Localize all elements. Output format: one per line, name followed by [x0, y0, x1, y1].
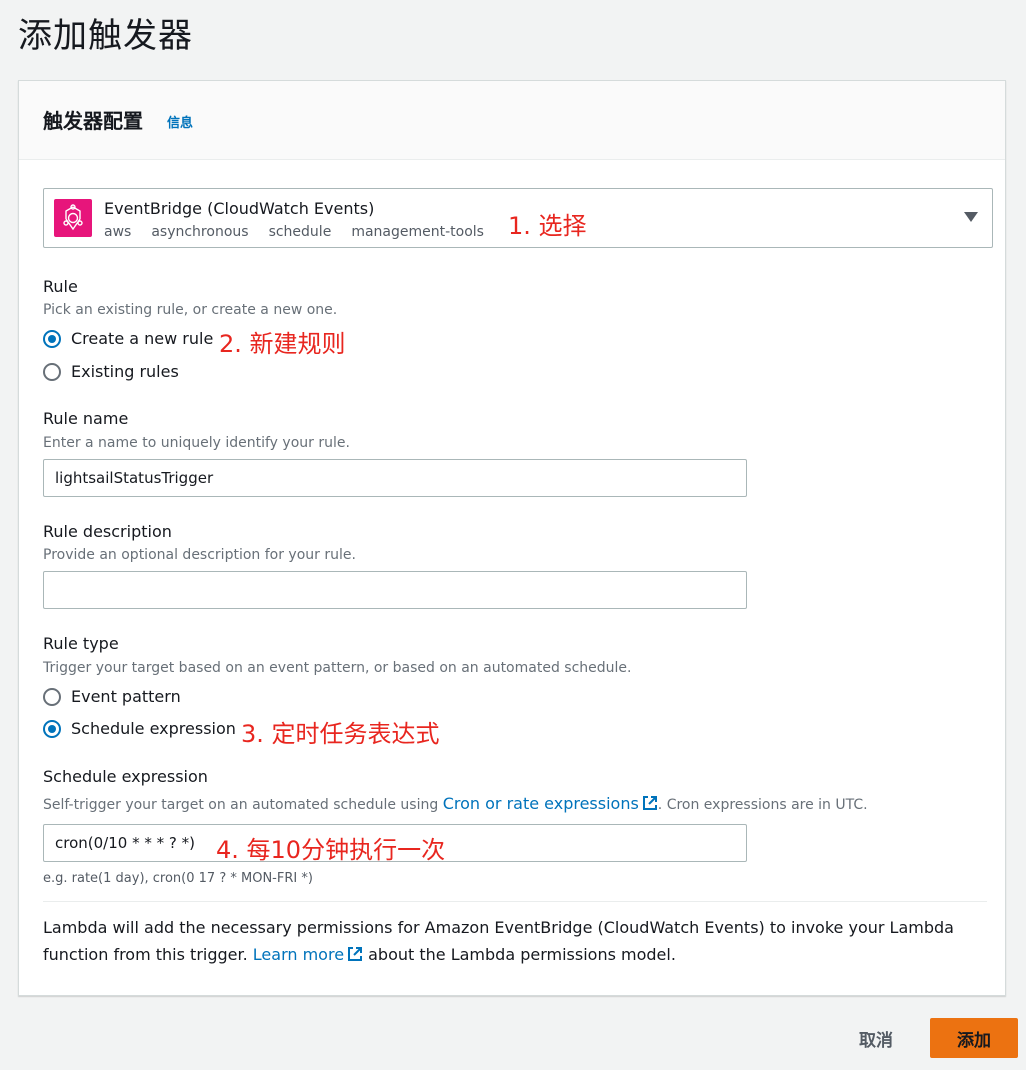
rule-description-text: Pick an existing rule, or create a new o… — [43, 302, 338, 318]
panel-title: 触发器配置 — [43, 109, 143, 133]
rule-type-label: Rule type — [43, 634, 119, 653]
radio-label: Event pattern — [71, 687, 181, 706]
panel-header: 触发器配置 信息 — [19, 81, 1005, 160]
source-tag: schedule — [268, 224, 332, 240]
schedule-expression-hint: e.g. rate(1 day), cron(0 17 ? * MON-FRI … — [43, 871, 313, 886]
annotation-3: 3. 定时任务表达式 — [241, 720, 440, 748]
notice-text-after: about the Lambda permissions model. — [363, 945, 676, 964]
add-button[interactable]: 添加 — [930, 1018, 1018, 1058]
radio-schedule-expression[interactable]: Schedule expression — [43, 719, 236, 738]
divider — [43, 901, 987, 902]
eventbridge-icon — [54, 199, 92, 237]
radio-create-new-rule[interactable]: Create a new rule — [43, 329, 213, 348]
radio-label: Schedule expression — [71, 719, 236, 738]
info-link[interactable]: 信息 — [167, 112, 193, 131]
external-link-icon[interactable] — [347, 946, 363, 962]
schedule-expression-label: Schedule expression — [43, 767, 208, 786]
radio-existing-rules[interactable]: Existing rules — [43, 362, 179, 381]
rule-type-description: Trigger your target based on an event pa… — [43, 660, 632, 676]
trigger-config-panel: 触发器配置 信息 EventBridge (CloudWatch Events)… — [18, 80, 1006, 996]
rule-description-hint: Provide an optional description for your… — [43, 547, 356, 563]
source-tag: asynchronous — [151, 224, 249, 240]
radio-button[interactable] — [43, 687, 61, 706]
external-link-icon[interactable] — [642, 795, 658, 811]
annotation-2: 2. 新建规则 — [219, 330, 346, 358]
rule-label: Rule — [43, 277, 78, 296]
radio-event-pattern[interactable]: Event pattern — [43, 687, 181, 706]
radio-label: Existing rules — [71, 362, 179, 381]
radio-button[interactable] — [43, 329, 61, 348]
rule-name-description: Enter a name to uniquely identify your r… — [43, 435, 350, 451]
annotation-4: 4. 每10分钟执行一次 — [216, 836, 446, 864]
schedule-desc-prefix: Self-trigger your target on an automated… — [43, 797, 443, 813]
schedule-desc-suffix: . Cron expressions are in UTC. — [657, 797, 868, 813]
learn-more-link[interactable]: Learn more — [253, 945, 344, 964]
radio-label: Create a new rule — [71, 329, 214, 348]
annotation-1: 1. 选择 — [508, 212, 587, 240]
caret-down-icon — [964, 212, 978, 222]
rule-description-label: Rule description — [43, 522, 172, 541]
permissions-notice: Lambda will add the necessary permission… — [43, 914, 963, 968]
page-title: 添加触发器 — [18, 16, 193, 56]
trigger-source-name: EventBridge (CloudWatch Events) — [104, 199, 375, 218]
cancel-button[interactable]: 取消 — [846, 1018, 906, 1058]
source-tag: aws — [104, 224, 132, 240]
source-tag: management-tools — [351, 224, 484, 240]
rule-name-label: Rule name — [43, 409, 129, 428]
trigger-source-tags: aws asynchronous schedule management-too… — [104, 224, 484, 240]
cron-expressions-link[interactable]: Cron or rate expressions — [443, 794, 639, 813]
schedule-expression-description: Self-trigger your target on an automated… — [43, 794, 868, 813]
rule-name-input[interactable] — [43, 459, 747, 497]
radio-button[interactable] — [43, 719, 61, 738]
rule-description-input[interactable] — [43, 571, 747, 609]
radio-button[interactable] — [43, 362, 61, 381]
